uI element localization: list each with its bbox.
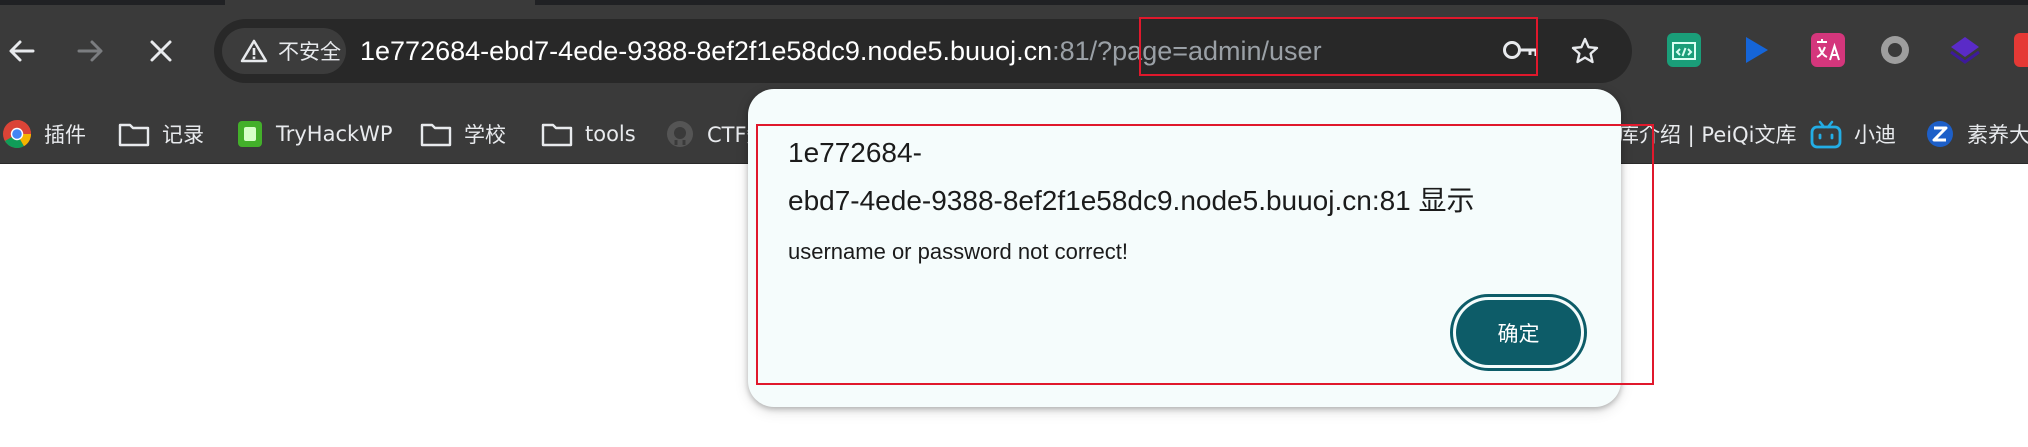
bookmark-tryhackwp[interactable]: TryHackWP (236, 116, 393, 152)
bookmark-folder-school[interactable]: 学校 (420, 116, 506, 152)
dialog-highlight-box (756, 124, 1654, 385)
security-label: 不安全 (278, 40, 341, 64)
green-app-icon (236, 119, 264, 149)
bookmark-label: 插件 (44, 123, 86, 147)
github-icon (665, 119, 695, 149)
bookmark-suyang[interactable]: 素养大赛 (1925, 116, 2028, 152)
code-extension-icon[interactable] (1667, 33, 1701, 67)
red-extension-icon[interactable] (2014, 33, 2028, 67)
bilibili-icon (1810, 119, 1842, 149)
bookmark-label: tools (585, 122, 636, 146)
bookmark-xiaodi[interactable]: 小迪 (1810, 116, 1896, 152)
bookmark-label: TryHackWP (276, 122, 393, 146)
stop-loading-button[interactable] (136, 26, 186, 76)
forward-arrow-icon (77, 40, 103, 62)
play-extension-icon[interactable] (1739, 33, 1773, 67)
circle-extension-icon[interactable] (1878, 33, 1912, 67)
bookmark-folder-records[interactable]: 记录 (118, 116, 204, 152)
stop-loading-icon (150, 40, 172, 62)
bookmark-label: 素养大赛 (1967, 123, 2028, 147)
back-arrow-icon (9, 40, 35, 62)
folder-icon (420, 121, 452, 147)
back-button[interactable] (0, 26, 46, 76)
bookmark-label: 小迪 (1854, 123, 1896, 147)
tab-strip-edge (0, 0, 2028, 5)
translate-extension-icon[interactable] (1811, 33, 1845, 67)
security-indicator[interactable]: 不安全 (222, 28, 346, 74)
bookmark-label: 学校 (464, 123, 506, 147)
folder-icon (541, 121, 573, 147)
bookmark-plugins[interactable]: 插件 (2, 116, 86, 152)
forward-button[interactable] (66, 26, 116, 76)
bookmark-label: 记录 (162, 123, 204, 147)
layers-extension-icon[interactable] (1948, 33, 1982, 67)
url-host: 1e772684-ebd7-4ede-9388-8ef2f1e58dc9.nod… (360, 36, 1053, 66)
chrome-icon (2, 119, 32, 149)
bookmark-folder-tools[interactable]: tools (541, 116, 636, 152)
warning-triangle-icon (240, 39, 268, 63)
bookmark-star-icon[interactable] (1570, 36, 1600, 66)
url-highlight-box (1139, 17, 1538, 76)
active-tab-edge (225, 0, 535, 5)
z-logo-icon (1925, 119, 1955, 149)
folder-icon (118, 121, 150, 147)
